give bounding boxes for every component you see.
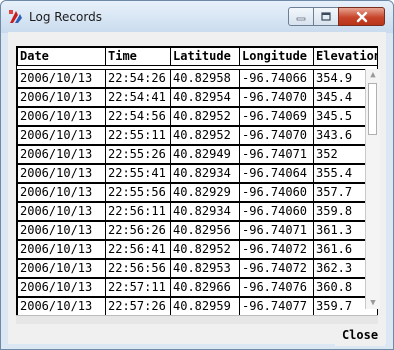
- scroll-up-arrow-icon[interactable]: ▲: [366, 69, 380, 81]
- cell-date: 2006/10/13: [17, 107, 106, 126]
- cell-latitude: 40.82966: [170, 278, 240, 297]
- maximize-icon: [321, 11, 331, 21]
- vertical-scrollbar[interactable]: ▲ ▼: [365, 69, 380, 309]
- log-records-window: Log Records Date Time Latitude Longitude…: [0, 0, 394, 350]
- window-title: Log Records: [29, 10, 102, 24]
- cell-date: 2006/10/13: [17, 202, 106, 221]
- cell-longitude: -96.74070: [239, 88, 314, 107]
- cell-date: 2006/10/13: [17, 145, 106, 164]
- cell-time: 22:55:41: [105, 164, 171, 183]
- cell-time: 22:57:26: [105, 297, 171, 315]
- scroll-down-arrow-icon[interactable]: ▼: [366, 297, 380, 309]
- log-records-table: Date Time Latitude Longitude Elevation 2…: [16, 46, 378, 316]
- close-window-button[interactable]: [338, 7, 385, 26]
- column-header-date[interactable]: Date: [17, 47, 106, 66]
- scroll-thumb[interactable]: [368, 83, 377, 135]
- cell-date: 2006/10/13: [17, 278, 106, 297]
- cell-time: 22:56:11: [105, 202, 171, 221]
- cell-latitude: 40.82953: [170, 259, 240, 278]
- cell-time: 22:54:26: [105, 69, 171, 88]
- column-header-latitude[interactable]: Latitude: [170, 47, 240, 66]
- cell-latitude: 40.82954: [170, 88, 240, 107]
- cell-time: 22:55:26: [105, 145, 171, 164]
- column-header-elevation[interactable]: Elevation: [313, 47, 377, 66]
- cell-latitude: 40.82952: [170, 126, 240, 145]
- cell-date: 2006/10/13: [17, 69, 106, 88]
- cell-latitude: 40.82934: [170, 202, 240, 221]
- cell-longitude: -96.74077: [239, 297, 314, 315]
- cell-time: 22:57:11: [105, 278, 171, 297]
- cell-date: 2006/10/13: [17, 88, 106, 107]
- cell-date: 2006/10/13: [17, 126, 106, 145]
- cell-latitude: 40.82959: [170, 297, 240, 315]
- title-bar[interactable]: Log Records: [1, 1, 393, 33]
- cell-time: 22:56:26: [105, 221, 171, 240]
- cell-latitude: 40.82956: [170, 221, 240, 240]
- cell-time: 22:54:41: [105, 88, 171, 107]
- cell-date: 2006/10/13: [17, 297, 106, 315]
- column-header-time[interactable]: Time: [105, 47, 171, 66]
- cell-longitude: -96.74064: [239, 164, 314, 183]
- cell-longitude: -96.74072: [239, 240, 314, 259]
- cell-time: 22:56:41: [105, 240, 171, 259]
- cell-latitude: 40.82934: [170, 164, 240, 183]
- maximize-button[interactable]: [313, 7, 339, 26]
- cell-longitude: -96.74069: [239, 107, 314, 126]
- cell-longitude: -96.74070: [239, 126, 314, 145]
- cell-date: 2006/10/13: [17, 164, 106, 183]
- cell-longitude: -96.74076: [239, 278, 314, 297]
- cell-latitude: 40.82929: [170, 183, 240, 202]
- cell-longitude: -96.74071: [239, 145, 314, 164]
- cell-longitude: -96.74060: [239, 183, 314, 202]
- cell-time: 22:55:11: [105, 126, 171, 145]
- cell-date: 2006/10/13: [17, 240, 106, 259]
- cell-latitude: 40.82949: [170, 145, 240, 164]
- cell-latitude: 40.82952: [170, 240, 240, 259]
- column-header-longitude[interactable]: Longitude: [239, 47, 314, 66]
- minimize-icon: [296, 17, 306, 20]
- log-records-icon: [9, 10, 22, 23]
- close-button[interactable]: Close: [335, 324, 385, 346]
- cell-date: 2006/10/13: [17, 259, 106, 278]
- cell-latitude: 40.82952: [170, 107, 240, 126]
- cell-time: 22:55:56: [105, 183, 171, 202]
- horizontal-scrollbar[interactable]: [16, 315, 378, 324]
- cell-date: 2006/10/13: [17, 221, 106, 240]
- cell-longitude: -96.74060: [239, 202, 314, 221]
- cell-time: 22:56:56: [105, 259, 171, 278]
- cell-time: 22:54:56: [105, 107, 171, 126]
- minimize-button[interactable]: [288, 7, 314, 26]
- cell-longitude: -96.74072: [239, 259, 314, 278]
- cell-longitude: -96.74071: [239, 221, 314, 240]
- close-icon: [356, 11, 367, 22]
- cell-longitude: -96.74066: [239, 69, 314, 88]
- cell-date: 2006/10/13: [17, 183, 106, 202]
- cell-latitude: 40.82958: [170, 69, 240, 88]
